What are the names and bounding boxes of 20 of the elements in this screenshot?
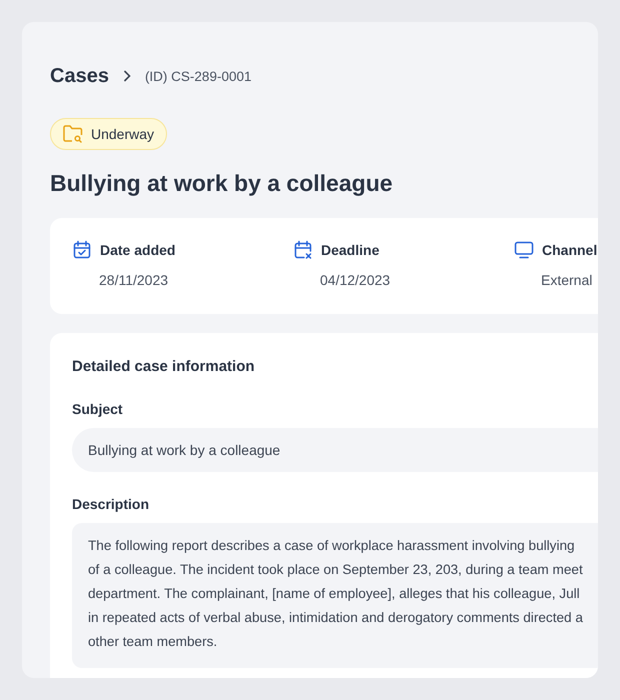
- status-label: Underway: [91, 126, 154, 142]
- info-label: Date added: [100, 242, 176, 258]
- date-added-icon: [72, 240, 92, 260]
- folder-search-icon: [63, 125, 83, 143]
- calendar-cross-icon: [293, 240, 313, 260]
- monitor-icon: [514, 240, 534, 260]
- info-value: 04/12/2023: [320, 272, 392, 288]
- info-label: Channel: [542, 242, 598, 258]
- info-value: External: [541, 272, 594, 288]
- breadcrumb-link[interactable]: Cases: [50, 64, 109, 88]
- chevron-icon: [122, 70, 131, 82]
- case-title: Bullying at work by a colleague: [50, 169, 394, 198]
- case-id: (ID) CS-289-0001: [144, 68, 252, 84]
- section-heading: Detailed case information: [72, 357, 256, 377]
- info-label: Deadline: [321, 242, 380, 258]
- field-label: Description: [72, 495, 150, 513]
- info-value: 28/11/2023: [99, 272, 170, 288]
- field-label: Subject: [72, 400, 124, 418]
- subject-field[interactable]: Bullying at work by a colleague: [72, 428, 598, 472]
- description-field[interactable]: The following report describes a case of workplace harassment involving bullying of a colleague. The incident took place on September 23, 203, during a team meet department. The complainant, [name of employee], alleges that his colleague, Jull in repeated acts of verbal abuse, intimidation and derogatory comments directed a other team members.: [72, 523, 598, 668]
